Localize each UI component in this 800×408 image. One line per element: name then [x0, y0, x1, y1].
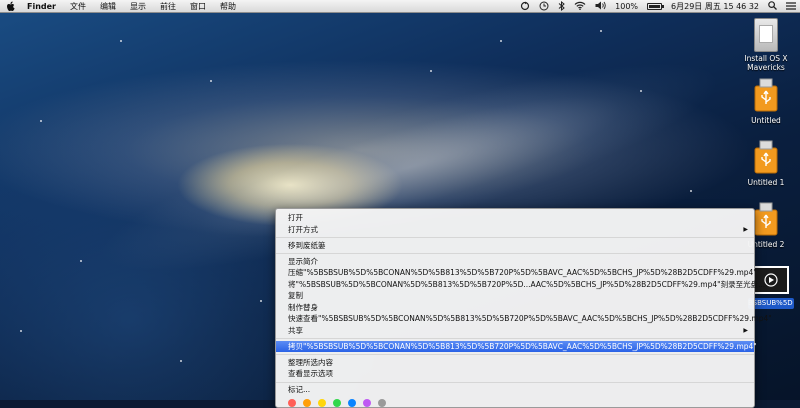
menu-file[interactable]: 文件 [70, 1, 86, 12]
tag-color-row [276, 396, 754, 407]
date-time[interactable]: 6月29日 周五 15 46 32 [671, 1, 759, 12]
context-menu-item-label: 查看显示选项 [288, 369, 333, 378]
context-menu-item-label: 制作替身 [288, 302, 318, 312]
context-menu-item-label: 打开 [288, 213, 303, 222]
menu-bar: Finder 文件 编辑 显示 前往 窗口 帮助 100% 6月29日 周五 1… [0, 0, 800, 13]
menu-app-name[interactable]: Finder [27, 2, 56, 11]
context-menu-item-label: 共享 [288, 325, 303, 335]
context-menu-item[interactable]: 复制 [276, 290, 754, 302]
volume-icon[interactable] [595, 1, 606, 12]
context-menu-item-label: 快速查看"%5BSBSUB%5D%5BCONAN%5D%5B813%5D%5B7… [288, 314, 772, 323]
context-menu-item[interactable]: 共享 ▶ [276, 325, 754, 337]
menu-view[interactable]: 显示 [130, 1, 146, 12]
context-menu-item-label: 移到废纸篓 [288, 240, 326, 250]
menu-help[interactable]: 帮助 [220, 1, 236, 12]
desktop-icon-label: Untitled 1 [747, 178, 785, 187]
star [210, 80, 212, 82]
context-menu-item[interactable]: 移到废纸篓 [276, 240, 754, 252]
context-menu-item[interactable]: 打开 [276, 212, 754, 224]
battery-fill [649, 5, 661, 8]
wifi-icon[interactable] [574, 1, 586, 12]
desktop-icon-untitled[interactable]: Untitled [740, 78, 792, 125]
menu-edit[interactable]: 编辑 [100, 1, 116, 12]
bluetooth-icon[interactable] [558, 0, 565, 13]
star [640, 90, 642, 92]
star [120, 40, 122, 42]
submenu-arrow-icon: ▶ [743, 326, 748, 334]
star [80, 260, 82, 262]
context-menu-item[interactable]: 查看显示选项 [276, 368, 754, 380]
battery-icon[interactable] [647, 3, 665, 10]
desktop-icon-label: Install OS X Mavericks [744, 54, 788, 72]
context-menu-item-label: 复制 [288, 291, 303, 300]
context-menu-item[interactable]: 拷贝"%5BSBSUB%5D%5BCONAN%5D%5B813%5D%5B720… [276, 340, 757, 352]
star [600, 30, 602, 32]
star [690, 190, 692, 192]
context-menu-item-label: 压缩"%5BSBSUB%5D%5BCONAN%5D%5B813%5D%5B720… [288, 268, 757, 277]
context-menu-item[interactable]: 快速查看"%5BSBSUB%5D%5BCONAN%5D%5B813%5D%5B7… [276, 313, 772, 325]
desktop-icon-install-osx[interactable]: Install OS X Mavericks [740, 18, 792, 72]
context-menu-item-label: 将"%5BSBSUB%5D%5BCONAN%5D%5B813%5D%5B720P… [288, 279, 766, 289]
menu-separator [276, 381, 754, 383]
submenu-arrow-icon: ▶ [743, 225, 748, 233]
star [180, 360, 182, 362]
usb-drive-icon [754, 202, 778, 236]
context-menu-item[interactable]: 标记... [276, 384, 754, 396]
star [260, 300, 262, 302]
clock-icon[interactable] [539, 1, 549, 13]
context-menu-item-label: 标记... [288, 385, 311, 394]
menu-separator [276, 237, 754, 238]
usb-drive-icon [754, 78, 778, 112]
star [40, 120, 42, 122]
context-menu-item[interactable]: 整理所选内容 [276, 357, 754, 369]
installer-disk-icon [754, 18, 778, 52]
context-menu-item-label: 显示简介 [288, 256, 318, 266]
context-menu: 打开打开方式 ▶ 移到废纸篓显示简介压缩"%5BSBSUB%5D%5BCONAN%5… [275, 208, 772, 408]
status-area: 100% 6月29日 周五 15 46 32 [520, 0, 796, 13]
search-icon[interactable] [768, 1, 777, 12]
context-menu-item-label: 打开方式 [288, 224, 318, 234]
menu-separator [276, 354, 754, 355]
apple-icon[interactable] [6, 0, 18, 12]
context-menu-item[interactable]: 显示简介 [276, 256, 754, 268]
context-menu-item-label: 拷贝"%5BSBSUB%5D%5BCONAN%5D%5B813%5D%5B720… [288, 341, 757, 351]
menu-separator [276, 253, 754, 254]
menu-window[interactable]: 窗口 [190, 1, 206, 12]
desktop-icon-untitled-1[interactable]: Untitled 1 [740, 140, 792, 187]
battery-percent: 100% [615, 2, 639, 11]
desktop-icon-label: Untitled [751, 116, 781, 125]
context-menu-item[interactable]: 将"%5BSBSUB%5D%5BCONAN%5D%5B813%5D%5B720P… [276, 279, 765, 291]
context-menu-item[interactable]: 制作替身 [276, 302, 754, 314]
usb-drive-icon [754, 140, 778, 174]
context-menu-item[interactable]: 打开方式 ▶ [276, 224, 754, 236]
context-menu-item-label: 整理所选内容 [288, 357, 333, 367]
menu-go[interactable]: 前往 [160, 1, 176, 12]
context-menu-item[interactable]: 压缩"%5BSBSUB%5D%5BCONAN%5D%5B813%5D%5B720… [276, 267, 757, 279]
sync-icon[interactable] [520, 1, 530, 13]
star [500, 40, 502, 42]
star [20, 330, 22, 332]
star [430, 70, 432, 72]
list-icon[interactable] [786, 1, 796, 12]
menu-separator [276, 338, 754, 339]
